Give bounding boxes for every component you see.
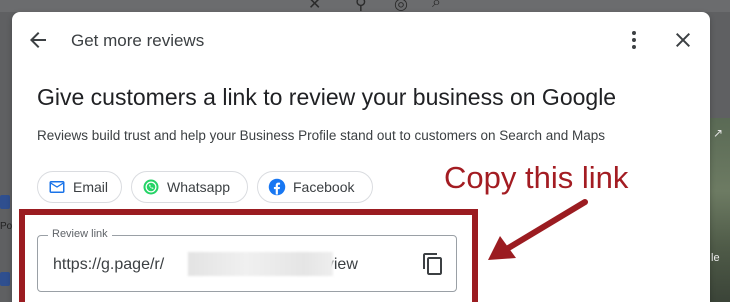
dialog-subtitle: Reviews build trust and help your Busine…	[37, 128, 606, 143]
dialog-header-title: Get more reviews	[71, 31, 205, 50]
background-photo-label: le	[711, 252, 720, 264]
open-in-new-icon: ↗	[713, 126, 724, 140]
share-facebook-label: Facebook	[293, 179, 355, 195]
share-email-label: Email	[73, 179, 109, 195]
background-sidebar: Po	[0, 190, 12, 302]
background-icon	[0, 195, 10, 209]
annotation-arrow-icon	[488, 199, 588, 260]
share-email-chip[interactable]: Email	[37, 171, 122, 203]
background-photo	[710, 118, 730, 302]
more-options-button[interactable]	[622, 28, 646, 52]
back-button[interactable]	[26, 28, 50, 52]
arrow-back-icon	[30, 32, 46, 48]
background-label: Po	[0, 221, 13, 232]
share-facebook-chip[interactable]: Facebook	[257, 171, 373, 203]
dialog-header: Get more reviews	[12, 12, 710, 68]
background-topbar: ✕ ⚲ ◎ ⌕	[0, 0, 730, 13]
facebook-icon	[268, 178, 286, 196]
share-whatsapp-label: Whatsapp	[167, 179, 231, 195]
share-whatsapp-chip[interactable]: Whatsapp	[131, 171, 248, 203]
chat-icon	[0, 272, 10, 286]
search-icon: ⌕	[432, 0, 441, 11]
mail-icon	[49, 181, 65, 193]
dialog-title: Give customers a link to review your bus…	[37, 84, 617, 110]
close-button[interactable]	[671, 28, 695, 52]
annotation-highlight-box	[19, 209, 478, 302]
more-vert-icon	[632, 31, 636, 49]
whatsapp-icon	[143, 179, 159, 195]
close-icon	[676, 33, 690, 47]
